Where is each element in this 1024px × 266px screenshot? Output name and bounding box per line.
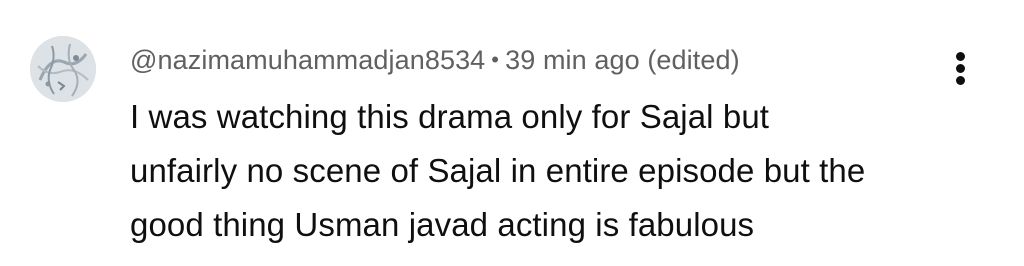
more-vert-icon-dot <box>956 76 965 85</box>
comment-timestamp: 39 min ago <box>505 45 640 75</box>
more-vert-icon <box>956 52 965 61</box>
comment-meta: @nazimamuhammadjan8534 • 39 min ago (edite… <box>130 40 740 80</box>
comment-text: I was watching this drama only for Sajal… <box>130 90 990 252</box>
comment-text-line: good thing Usman javad acting is fabulou… <box>130 206 755 243</box>
meta-separator: • <box>491 47 500 72</box>
comment-text-line: I was watching this drama only for Sajal… <box>130 98 770 135</box>
more-vert-icon-dot <box>956 64 965 73</box>
comment: @nazimamuhammadjan8534 • 39 min ago (edite… <box>0 0 1024 266</box>
more-options-button[interactable] <box>940 46 984 90</box>
author-name[interactable]: @nazimamuhammadjan8534 <box>130 45 485 75</box>
comment-text-line: unfairly no scene of Sajal in entire epi… <box>130 152 866 189</box>
avatar[interactable] <box>30 36 96 102</box>
avatar-image <box>30 36 96 102</box>
edited-label: (edited) <box>647 45 740 75</box>
